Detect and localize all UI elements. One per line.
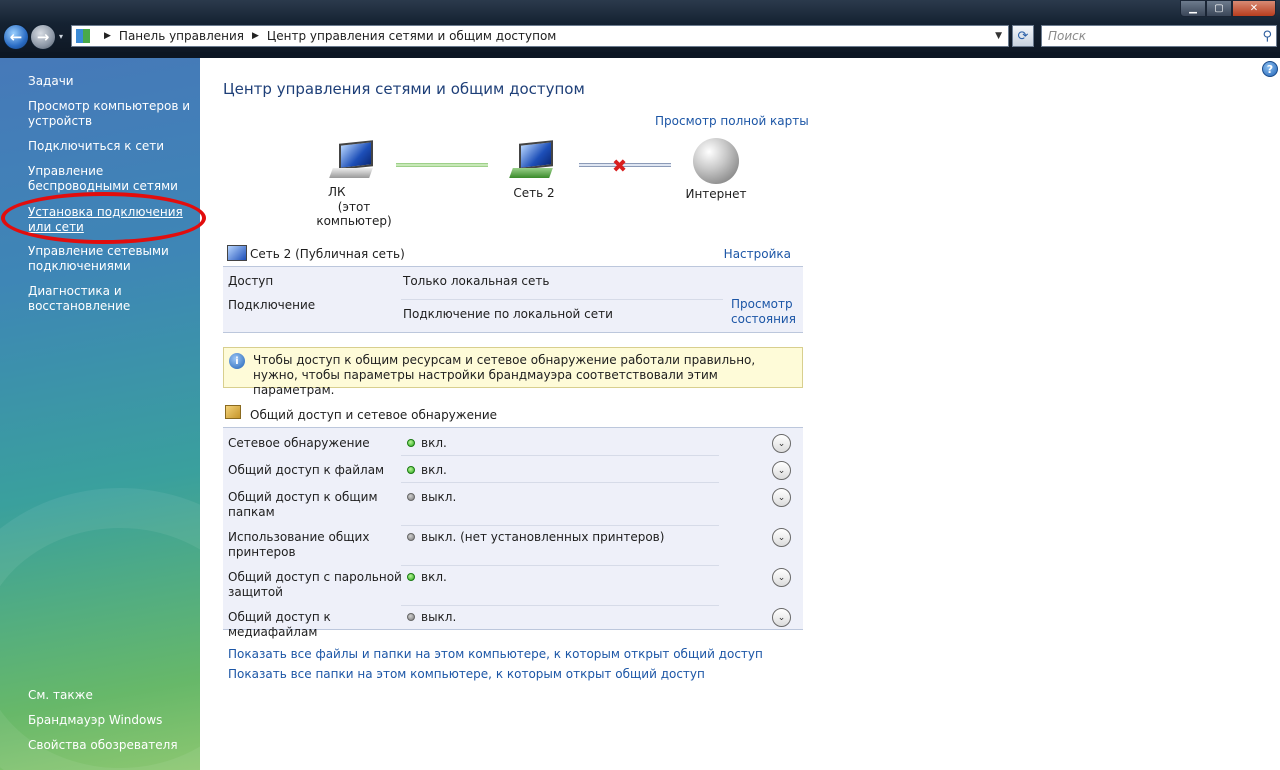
computer-label: ЛК — [328, 185, 346, 199]
title-bar: ▁ ▢ ✕ ← → ▾ ▶ Панель управления ▶ Центр … — [0, 0, 1280, 58]
status-off-icon — [407, 533, 415, 541]
search-icon[interactable]: ⚲ — [1262, 29, 1272, 44]
divider — [401, 482, 719, 483]
sharing-item-name: Сетевое обнаружение — [228, 436, 370, 450]
expand-button[interactable]: ⌄ — [772, 608, 791, 627]
status-off-icon — [407, 493, 415, 501]
sharing-item-state: выкл. — [421, 610, 457, 624]
show-shared-folders-link[interactable]: Показать все папки на этом компьютере, к… — [228, 667, 705, 681]
sharing-icon — [225, 405, 241, 419]
control-panel-icon — [76, 29, 90, 43]
see-also-firewall[interactable]: Брандмауэр Windows — [28, 713, 196, 728]
view-status-link[interactable]: Просмотр состояния — [731, 297, 801, 327]
sharing-header: Общий доступ и сетевое обнаружение — [223, 404, 803, 426]
status-on-icon — [407, 573, 415, 581]
window-controls: ▁ ▢ ✕ — [1180, 0, 1276, 17]
breadcrumb-control-panel[interactable]: Панель управления — [119, 29, 244, 43]
sharing-item-name: Использование общих принтеров — [228, 530, 370, 559]
expand-button[interactable]: ⌄ — [772, 461, 791, 480]
map-network[interactable]: Сеть 2 — [494, 140, 574, 200]
network-details: Доступ Только локальная сеть Подключение… — [223, 266, 803, 333]
see-also-heading: См. также — [28, 688, 93, 702]
computer-sublabel: (этот компьютер) — [316, 200, 392, 228]
sharing-item-state: вкл. — [421, 570, 447, 584]
internet-label: Интернет — [685, 187, 747, 201]
task-manage-wireless[interactable]: Управление беспроводными сетями — [28, 164, 196, 194]
forward-button[interactable]: → — [30, 24, 56, 50]
expand-button[interactable]: ⌄ — [772, 488, 791, 507]
task-pane: Задачи Просмотр компьютеров и устройств … — [0, 58, 200, 770]
task-connect-network[interactable]: Подключиться к сети — [28, 139, 196, 154]
network-icon — [227, 245, 247, 261]
sharing-item-name: Общий доступ с парольной защитой — [228, 570, 402, 599]
sharing-title: Общий доступ и сетевое обнаружение — [250, 408, 498, 422]
tasks-heading: Задачи — [28, 74, 74, 88]
page-title: Центр управления сетями и общим доступом — [223, 80, 585, 98]
divider — [401, 605, 719, 606]
sharing-item-state: вкл. — [421, 436, 447, 450]
view-full-map-link[interactable]: Просмотр полной карты — [655, 114, 809, 128]
breadcrumb-network-center[interactable]: Центр управления сетями и общим доступом — [267, 29, 556, 43]
recent-pages-dropdown[interactable]: ▾ — [59, 32, 63, 41]
chevron-right-icon[interactable]: ▶ — [252, 31, 259, 41]
warning-text: Чтобы доступ к общим ресурсам и сетевое … — [253, 353, 756, 397]
connection-label: Подключение — [228, 298, 316, 312]
see-also-internet-options[interactable]: Свойства обозревателя — [28, 738, 196, 753]
maximize-button[interactable]: ▢ — [1206, 0, 1232, 17]
close-button[interactable]: ✕ — [1232, 0, 1276, 17]
map-computer[interactable]: ЛК (этот компьютер) — [304, 140, 404, 228]
divider — [401, 299, 723, 300]
expand-button[interactable]: ⌄ — [772, 528, 791, 547]
info-icon: i — [229, 353, 245, 369]
chevron-right-icon[interactable]: ▶ — [104, 31, 111, 41]
computer-icon — [329, 140, 377, 180]
show-shared-files-link[interactable]: Показать все файлы и папки на этом компь… — [228, 647, 763, 661]
help-icon[interactable]: ? — [1262, 61, 1278, 77]
map-internet[interactable]: Интернет — [678, 138, 754, 201]
task-diagnose-repair[interactable]: Диагностика и восстановление — [28, 284, 196, 314]
access-value: Только локальная сеть — [403, 274, 550, 288]
sharing-item-name: Общий доступ к медиафайлам — [228, 610, 331, 639]
highlight-oval — [1, 192, 206, 244]
divider — [401, 455, 719, 456]
network-icon — [509, 140, 557, 180]
search-input[interactable]: Поиск ⚲ — [1041, 25, 1277, 47]
divider — [401, 565, 719, 566]
access-label: Доступ — [228, 274, 274, 288]
expand-button[interactable]: ⌄ — [772, 568, 791, 587]
address-dropdown-icon[interactable]: ▼ — [995, 31, 1002, 41]
status-on-icon — [407, 439, 415, 447]
network-header: Сеть 2 (Публичная сеть) Настройка — [223, 243, 803, 267]
sharing-item-state: выкл. — [421, 490, 457, 504]
connection-value: Подключение по локальной сети — [403, 307, 613, 321]
address-bar[interactable]: ▶ Панель управления ▶ Центр управления с… — [71, 25, 1009, 47]
back-button[interactable]: ← — [3, 24, 29, 50]
firewall-warning: i Чтобы доступ к общим ресурсам и сетево… — [223, 347, 803, 397]
minimize-button[interactable]: ▁ — [1180, 0, 1206, 17]
sharing-item-state: выкл. (нет установленных принтеров) — [421, 530, 665, 544]
task-manage-connections[interactable]: Управление сетевыми подключениями — [28, 244, 196, 274]
sharing-item-name: Общий доступ к файлам — [228, 463, 385, 477]
task-view-computers[interactable]: Просмотр компьютеров и устройств — [28, 99, 196, 129]
globe-icon — [693, 138, 739, 184]
expand-button[interactable]: ⌄ — [772, 434, 791, 453]
refresh-icon: ⟳ — [1017, 28, 1029, 44]
status-off-icon — [407, 613, 415, 621]
refresh-button[interactable]: ⟳ — [1012, 25, 1034, 47]
sharing-table: Сетевое обнаружение вкл. ⌄ Общий доступ … — [223, 427, 803, 639]
connection-line — [396, 163, 488, 167]
status-on-icon — [407, 466, 415, 474]
disconnected-icon[interactable]: ✖ — [612, 156, 627, 177]
sharing-item-state: вкл. — [421, 463, 447, 477]
network-label: Сеть 2 — [513, 186, 555, 200]
configure-link[interactable]: Настройка — [724, 247, 791, 261]
divider — [401, 525, 719, 526]
network-name: Сеть 2 (Публичная сеть) — [250, 247, 405, 261]
search-placeholder: Поиск — [1048, 29, 1087, 43]
sharing-item-name: Общий доступ к общим папкам — [228, 490, 378, 519]
